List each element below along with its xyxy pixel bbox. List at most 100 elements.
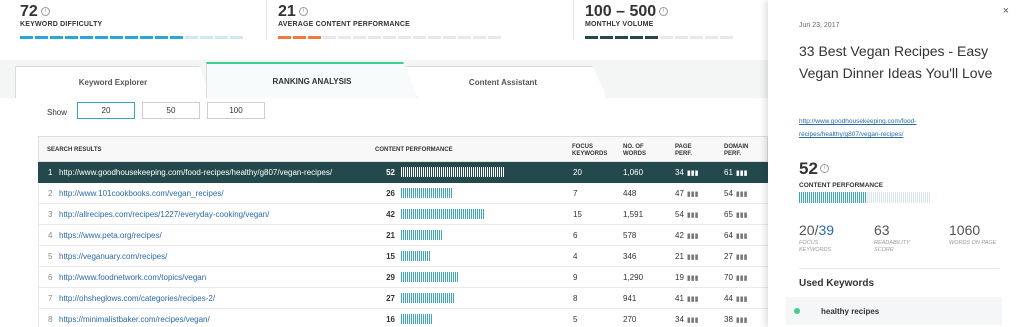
tab-content-assistant[interactable]: Content Assistant <box>399 66 607 98</box>
keyword-item[interactable]: healthy recipes <box>786 297 1002 325</box>
status-dot-icon <box>794 308 800 314</box>
metrics-bar: 72 i KEYWORD DIFFICULTY 21 i AVERAGE CONTE… <box>0 0 768 46</box>
row-number: 1 <box>48 168 53 177</box>
domain-perf-cell: 27 ▮▮▮ <box>724 252 747 261</box>
table-header: SEARCH RESULTS CONTENT PERFORMANCE FOCUS… <box>38 136 768 162</box>
domain-perf-value: 70 <box>724 273 733 282</box>
page-perf-cell: 21 ▮▮▮ <box>675 252 698 261</box>
bar-chart-icon: ▮▮▮ <box>735 317 748 324</box>
col-no-of-words[interactable]: NO. OF WORDS <box>623 144 653 158</box>
col-content-performance[interactable]: CONTENT PERFORMANCE <box>375 147 453 154</box>
result-url-link[interactable]: http://www.101cookbooks.com/vegan_recipe… <box>59 189 224 198</box>
monthly-volume-label: MONTHLY VOLUME <box>585 21 654 28</box>
domain-perf-value: 38 <box>724 315 733 324</box>
bar-chart-icon: ▮▮▮ <box>735 275 748 282</box>
domain-perf-value: 64 <box>724 231 733 240</box>
content-performance-value: 15 <box>386 252 395 261</box>
info-icon[interactable]: i <box>298 7 308 16</box>
bar-chart-icon: ▮▮▮ <box>735 296 748 303</box>
show-100-button[interactable]: 100 <box>207 102 265 119</box>
focus-keywords-total: 39 <box>818 222 835 238</box>
focus-keywords-value: 5 <box>573 315 578 324</box>
page-url-link[interactable]: http://www.goodhousekeeping.com/food-rec… <box>799 115 959 141</box>
tab-ranking-analysis[interactable]: RANKING ANALYSIS <box>206 62 418 98</box>
avg-content-performance-value: 21 <box>278 3 296 20</box>
monthly-volume-value: 100 – 500 <box>585 3 657 20</box>
table-row[interactable]: 6 http://www.foodnetwork.com/topics/vegan… <box>38 267 768 288</box>
word-count-value: 448 <box>623 189 637 198</box>
readability-label: READABILITY SCORE <box>874 240 910 253</box>
word-count-value: 1,591 <box>623 210 644 219</box>
page-perf-cell: 34 ▮▮▮ <box>675 315 698 324</box>
result-url-link[interactable]: http://ohsheglows.com/categories/recipes… <box>59 294 215 303</box>
show-50-button[interactable]: 50 <box>142 102 200 119</box>
keyword-difficulty-label: KEYWORD DIFFICULTY <box>20 21 103 28</box>
page-perf-cell: 42 ▮▮▮ <box>675 231 698 240</box>
close-icon[interactable]: × <box>1003 5 1009 17</box>
page-perf-cell: 19 ▮▮▮ <box>675 273 698 282</box>
bar-chart-icon: ▮▮▮ <box>735 254 748 261</box>
page-perf-cell: 34 ▮▮▮ <box>675 168 698 177</box>
table-row[interactable]: 5 https://veganuary.com/recipes/15 4 346 21 ▮… <box>38 246 768 267</box>
bar-chart-icon: ▮▮▮ <box>686 254 699 261</box>
bar-chart-icon: ▮▮▮ <box>735 233 748 240</box>
content-performance-bar <box>401 209 484 219</box>
avg-content-performance-bar <box>278 36 501 39</box>
focus-keywords-value: 4 <box>573 252 578 261</box>
info-icon[interactable]: i <box>819 164 829 173</box>
content-performance-score: 52 i <box>799 159 829 179</box>
col-search-results[interactable]: SEARCH RESULTS <box>47 147 102 154</box>
table-row[interactable]: 4 https://www.peta.org/recipes/21 6 578 42 ▮▮… <box>38 225 768 246</box>
result-url-link[interactable]: http://www.goodhousekeeping.com/food-rec… <box>59 168 332 177</box>
content-performance-value: 52 <box>386 168 395 177</box>
row-number: 4 <box>48 231 53 240</box>
col-domain-perf[interactable]: DOMAIN PERF. <box>724 144 754 158</box>
word-count-value: 1,060 <box>623 168 644 177</box>
page-perf-value: 41 <box>675 294 684 303</box>
bar-chart-icon: ▮▮▮ <box>686 296 699 303</box>
info-icon[interactable]: i <box>659 7 669 16</box>
bar-chart-icon: ▮▮▮ <box>686 317 699 324</box>
result-url-link[interactable]: https://veganuary.com/recipes/ <box>59 252 167 261</box>
domain-perf-value: 61 <box>724 168 733 177</box>
focus-keywords-value: 9 <box>573 273 578 282</box>
table-row[interactable]: 1 http://www.goodhousekeeping.com/food-re… <box>38 162 768 183</box>
content-performance-bar <box>401 188 452 198</box>
domain-perf-cell: 44 ▮▮▮ <box>724 294 747 303</box>
word-count-value: 1,290 <box>623 273 644 282</box>
page-perf-value: 42 <box>675 231 684 240</box>
table-row[interactable]: 2 http://www.101cookbooks.com/vegan_recip… <box>38 183 768 204</box>
avg-content-performance-label: AVERAGE CONTENT PERFORMANCE <box>278 21 411 28</box>
bar-chart-icon: ▮▮▮ <box>686 233 699 240</box>
page-perf-cell: 54 ▮▮▮ <box>675 210 698 219</box>
publish-date: Jun 23, 2017 <box>799 22 840 29</box>
result-url-link[interactable]: http://allrecipes.com/recipes/1227/every… <box>59 210 269 219</box>
monthly-volume-bar <box>585 36 733 39</box>
info-icon[interactable]: i <box>40 7 50 16</box>
bar-chart-icon: ▮▮▮ <box>735 212 748 219</box>
result-url-link[interactable]: https://www.peta.org/recipes/ <box>59 231 162 240</box>
table-row[interactable]: 3 http://allrecipes.com/recipes/1227/ever… <box>38 204 768 225</box>
domain-perf-cell: 65 ▮▮▮ <box>724 210 747 219</box>
table-row[interactable]: 8 https://minimalistbaker.com/recipes/veg… <box>38 309 768 327</box>
col-focus-keywords[interactable]: FOCUS KEYWORDS <box>572 144 612 158</box>
domain-perf-cell: 64 ▮▮▮ <box>724 231 747 240</box>
word-count-value: 941 <box>623 294 637 303</box>
row-number: 6 <box>48 273 53 282</box>
page-perf-value: 34 <box>675 315 684 324</box>
page-perf-value: 34 <box>675 168 684 177</box>
focus-keywords-value: 8 <box>573 294 578 303</box>
page-perf-value: 54 <box>675 210 684 219</box>
focus-keywords-stat: 20/39 FOCUS KEYWORDS <box>799 222 849 254</box>
result-url-link[interactable]: https://minimalistbaker.com/recipes/vega… <box>59 315 210 324</box>
show-20-button[interactable]: 20 <box>77 102 135 119</box>
domain-perf-cell: 61 ▮▮▮ <box>724 168 747 177</box>
result-url-link[interactable]: http://www.foodnetwork.com/topics/vegan <box>59 273 206 282</box>
result-detail-panel: × Jun 23, 2017 33 Best Vegan Recipes - E… <box>768 0 1024 327</box>
focus-keywords-label: FOCUS KEYWORDS <box>799 240 832 253</box>
domain-perf-value: 54 <box>724 189 733 198</box>
tab-keyword-explorer[interactable]: Keyword Explorer <box>15 66 211 98</box>
table-row[interactable]: 7 http://ohsheglows.com/categories/recipe… <box>38 288 768 309</box>
content-performance-bar <box>401 167 504 177</box>
col-page-perf[interactable]: PAGE PERF. <box>675 144 701 158</box>
